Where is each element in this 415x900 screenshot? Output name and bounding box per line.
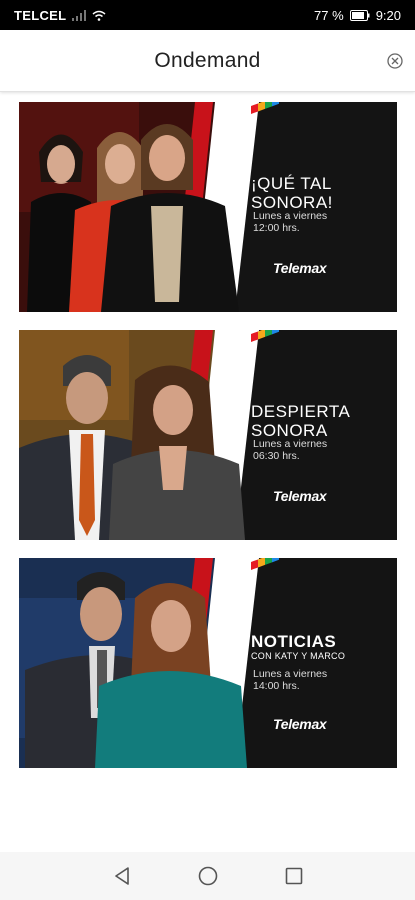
telemax-logo-icon — [251, 558, 279, 570]
status-right: 77 % 9:20 — [314, 8, 401, 23]
telemax-logo-icon — [251, 102, 279, 114]
promo-text: ¡QUÉ TAL SONORA! Lunes a viernes 12:00 h… — [251, 102, 397, 312]
home-circle-icon — [198, 866, 217, 886]
show-title: DESPIERTA SONORA — [251, 402, 350, 440]
show-title-line1: NOTICIAS — [251, 632, 337, 651]
telemax-logo: Telemax — [273, 716, 327, 732]
battery-percent: 77 % — [314, 7, 344, 23]
show-title-line1: ¡QUÉ TAL — [251, 174, 332, 193]
schedule-time: 06:30 hrs. — [253, 450, 300, 462]
schedule-days: Lunes a viernes — [253, 438, 328, 450]
schedule-time: 14:00 hrs. — [253, 680, 300, 692]
show-title: ¡QUÉ TAL SONORA! — [251, 174, 333, 212]
recents-square-icon — [285, 867, 302, 885]
back-triangle-icon — [114, 867, 129, 885]
app-header: Ondemand — [0, 30, 415, 92]
signal-icon — [72, 9, 87, 21]
show-title-line1: DESPIERTA — [251, 402, 351, 421]
schedule-time: 12:00 hrs. — [253, 222, 300, 234]
schedule-days: Lunes a viernes — [253, 210, 328, 222]
schedule-days: Lunes a viernes — [253, 668, 328, 680]
recents-button[interactable] — [282, 864, 306, 888]
system-nav-bar — [0, 852, 415, 900]
clock: 9:20 — [375, 7, 401, 23]
show-title: NOTICIAS CON KATY Y MARCO — [251, 632, 345, 661]
battery-icon — [349, 9, 370, 21]
telemax-logo: Telemax — [273, 488, 327, 504]
schedule: Lunes a viernes 14:00 hrs. — [253, 668, 327, 692]
telemax-logo: Telemax — [273, 260, 327, 276]
carrier-label: TELCEL — [14, 7, 67, 23]
promo-text: NOTICIAS CON KATY Y MARCO Lunes a vierne… — [251, 558, 397, 768]
telemax-logo-icon — [251, 330, 279, 342]
home-button[interactable] — [196, 864, 220, 888]
promo-text: DESPIERTA SONORA Lunes a viernes 06:30 h… — [251, 330, 397, 540]
show-subtitle: CON KATY Y MARCO — [251, 651, 346, 661]
show-card[interactable]: NOTICIAS CON KATY Y MARCO Lunes a vierne… — [19, 558, 397, 768]
status-bar: TELCEL 77 % 9:20 — [0, 0, 415, 30]
page-title: Ondemand — [154, 48, 261, 72]
show-card[interactable]: ¡QUÉ TAL SONORA! Lunes a viernes 12:00 h… — [19, 102, 397, 312]
show-card[interactable]: DESPIERTA SONORA Lunes a viernes 06:30 h… — [19, 330, 397, 540]
status-left: TELCEL — [14, 8, 106, 23]
schedule: Lunes a viernes 12:00 hrs. — [253, 210, 327, 234]
wifi-icon — [92, 10, 106, 21]
close-icon[interactable] — [385, 51, 405, 71]
back-button[interactable] — [110, 864, 134, 888]
schedule: Lunes a viernes 06:30 hrs. — [253, 438, 327, 462]
